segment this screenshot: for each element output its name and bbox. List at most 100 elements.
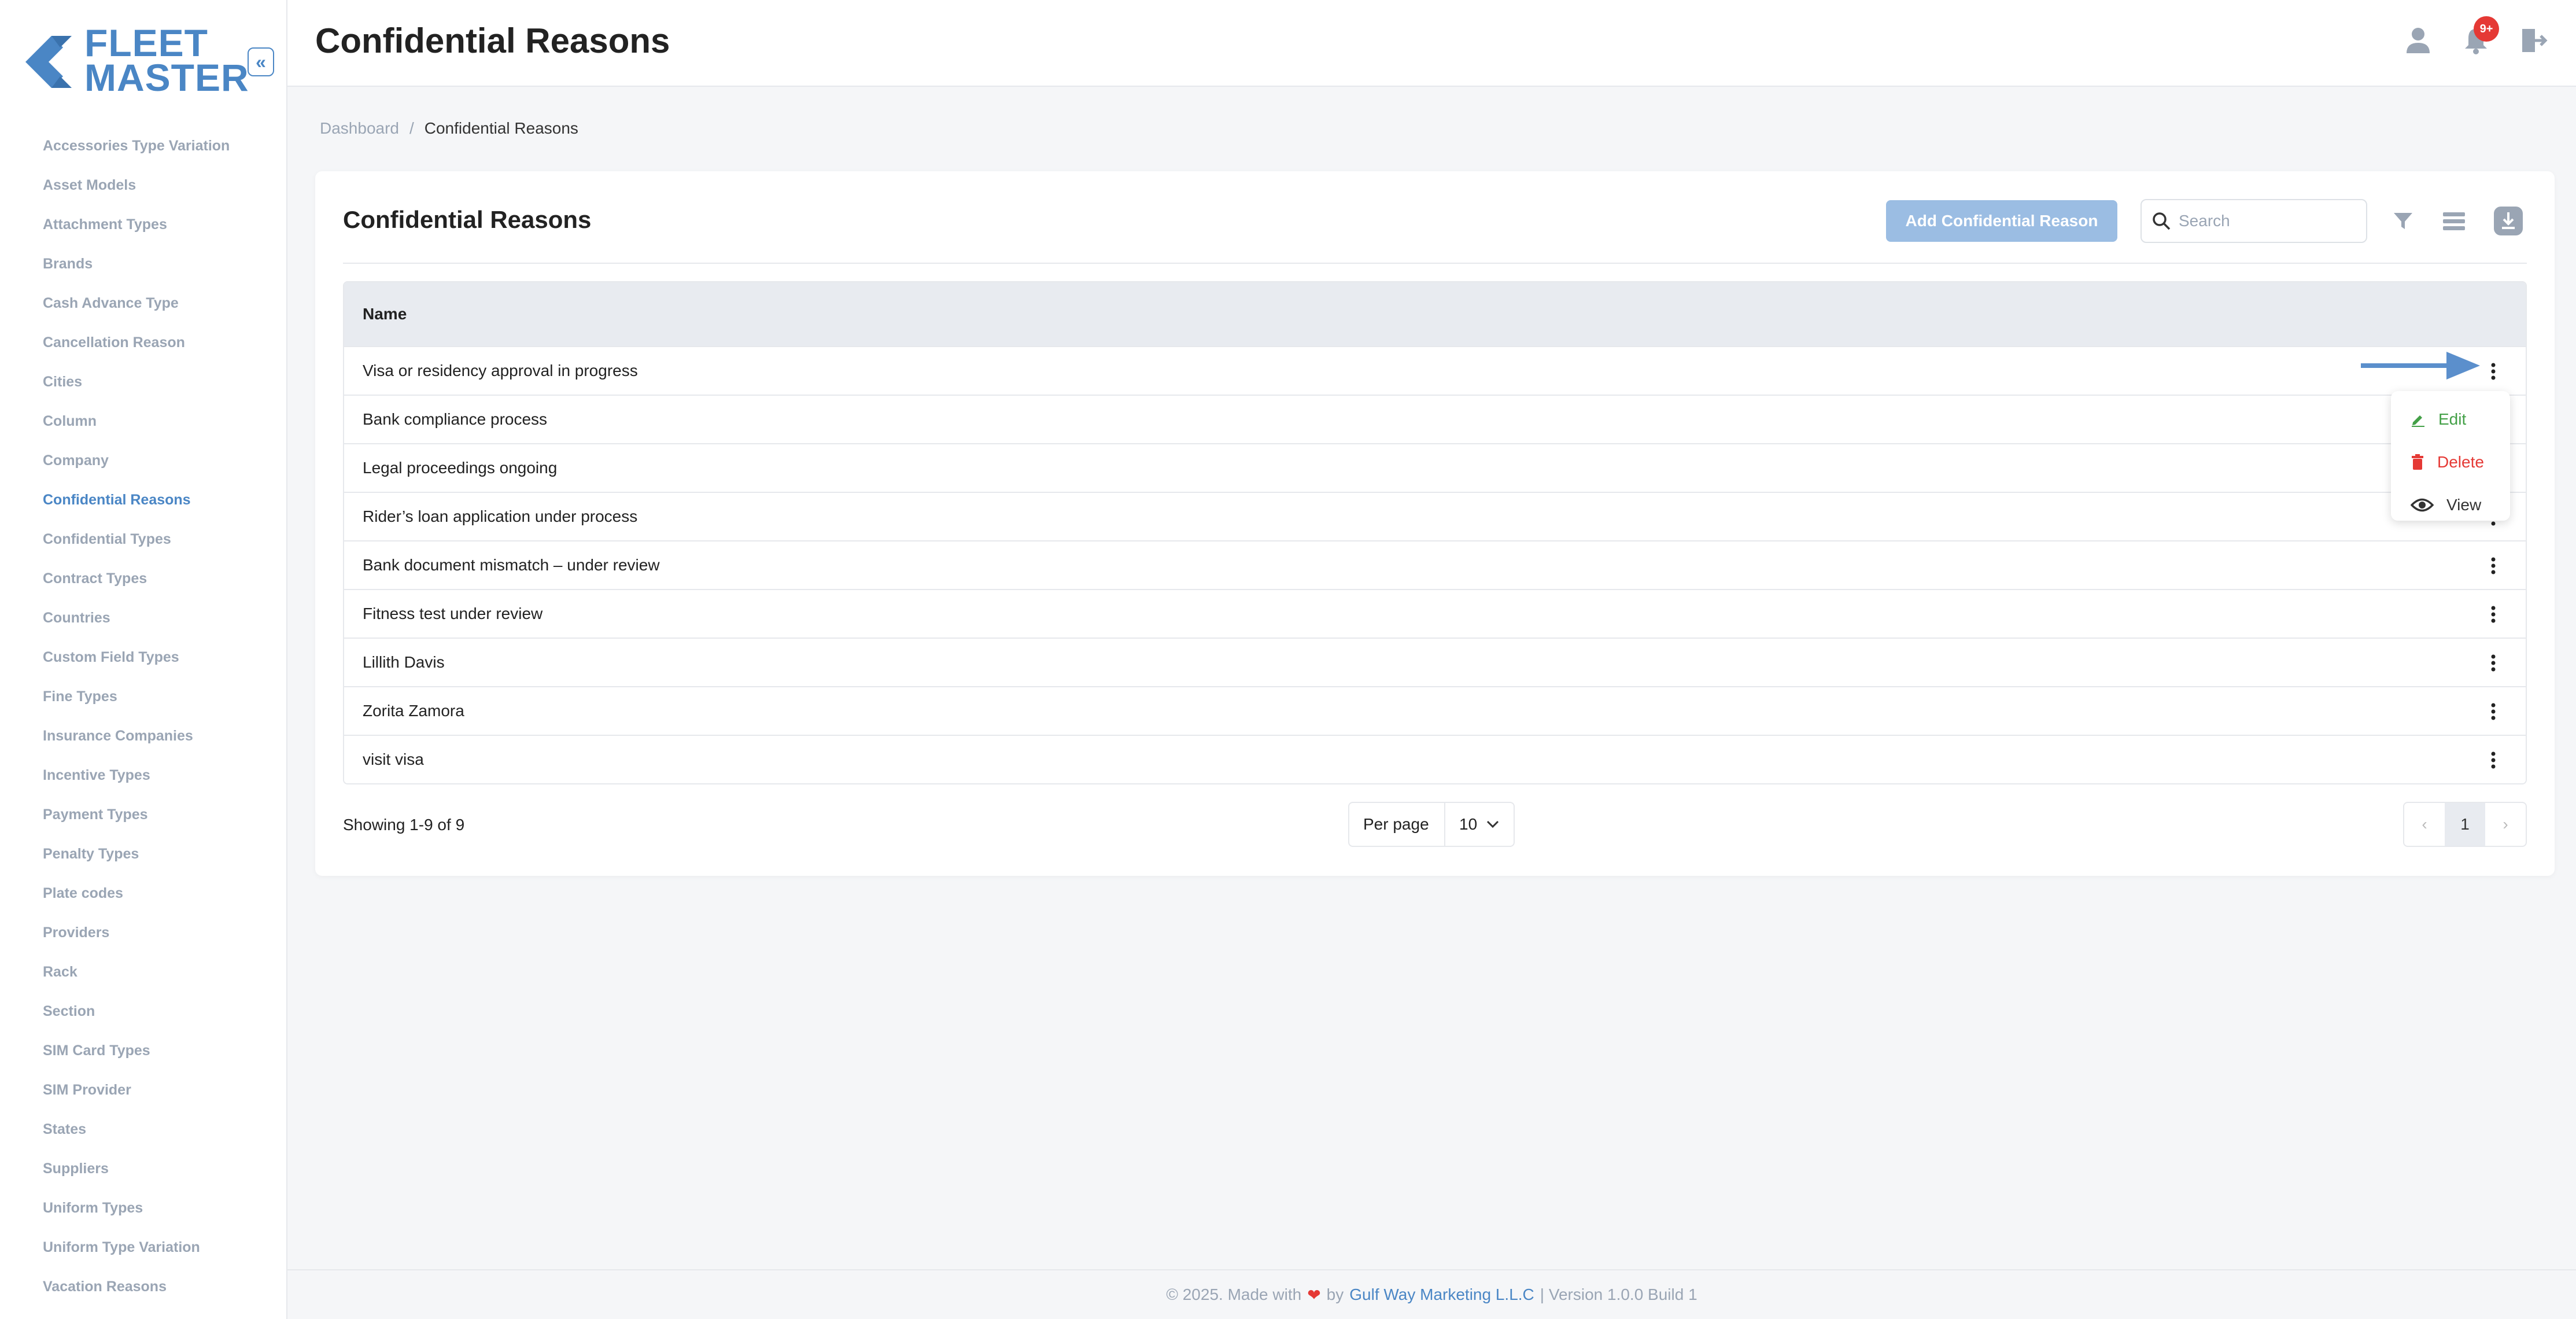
table-row[interactable]: Visa or residency approval in progress <box>344 346 2526 395</box>
table-row[interactable]: Bank document mismatch – under review <box>344 540 2526 589</box>
row-actions-button[interactable] <box>2479 698 2507 725</box>
sidebar-item[interactable]: Rack <box>43 952 230 992</box>
sidebar-item[interactable]: Cities <box>43 362 230 401</box>
sidebar-item[interactable]: Brands <box>43 244 230 283</box>
sidebar-item[interactable]: Uniform Types <box>43 1188 230 1228</box>
table-cell-name: Legal proceedings ongoing <box>363 459 558 477</box>
table-header-name[interactable]: Name <box>344 282 2526 346</box>
table-cell-name: Lillith Davis <box>363 653 445 671</box>
table-row[interactable]: Lillith Davis <box>344 638 2526 686</box>
table-row[interactable]: Zorita Zamora <box>344 686 2526 735</box>
profile-button[interactable] <box>2401 23 2435 58</box>
sidebar-item[interactable]: Contract Types <box>43 559 230 598</box>
row-actions-button[interactable] <box>2479 600 2507 628</box>
sidebar-item[interactable]: Asset Models <box>43 165 230 205</box>
filter-button[interactable] <box>2386 204 2420 238</box>
menu-item-edit[interactable]: Edit <box>2391 398 2510 441</box>
sidebar-item[interactable]: Cash Advance Type <box>43 283 230 323</box>
kebab-icon <box>2491 557 2496 574</box>
sidebar-item[interactable]: Vehicle Types <box>43 1306 230 1319</box>
table-row[interactable]: visit visa <box>344 735 2526 783</box>
sidebar-item[interactable]: Incentive Types <box>43 756 230 795</box>
showing-count: Showing 1-9 of 9 <box>343 816 465 834</box>
kebab-icon <box>2491 703 2496 720</box>
breadcrumb-dashboard-link[interactable]: Dashboard <box>320 119 399 138</box>
sidebar-item[interactable]: Accessories Type Variation <box>43 126 230 165</box>
sidebar-item[interactable]: Attachment Types <box>43 205 230 244</box>
sidebar-item[interactable]: Confidential Reasons <box>43 480 230 520</box>
row-actions-button[interactable] <box>2479 746 2507 774</box>
row-actions-button[interactable] <box>2479 649 2507 677</box>
sidebar-item[interactable]: Providers <box>43 913 230 952</box>
sidebar-item[interactable]: Column <box>43 401 230 441</box>
sidebar-item[interactable]: Penalty Types <box>43 834 230 874</box>
logo-mark-icon <box>25 36 72 88</box>
next-page-button[interactable]: › <box>2485 803 2526 846</box>
filter-icon <box>2394 213 2412 229</box>
sidebar-item[interactable]: Uniform Type Variation <box>43 1228 230 1267</box>
kebab-icon <box>2491 606 2496 623</box>
search-box[interactable] <box>2140 199 2367 243</box>
table-cell-name: Fitness test under review <box>363 605 543 622</box>
per-page-value-wrap[interactable]: 10 <box>1445 815 1499 834</box>
menu-item-view[interactable]: View <box>2391 484 2510 526</box>
table-row[interactable]: Bank compliance process <box>344 395 2526 443</box>
table-cell-name: Bank compliance process <box>363 410 548 428</box>
top-bar: Confidential Reasons 9+ <box>287 0 2576 87</box>
sidebar-item[interactable]: Company <box>43 441 230 480</box>
menu-item-delete[interactable]: Delete <box>2391 441 2510 484</box>
double-chevron-left-icon: « <box>256 51 266 72</box>
sidebar-item[interactable]: Section <box>43 992 230 1031</box>
footer-company-link[interactable]: Gulf Way Marketing L.L.C <box>1349 1285 1534 1304</box>
sidebar-item[interactable]: Suppliers <box>43 1149 230 1188</box>
logout-icon <box>2522 29 2548 52</box>
table-cell-name: Bank document mismatch – under review <box>363 556 660 574</box>
table-cell-name: Visa or residency approval in progress <box>363 362 638 380</box>
pagination: ‹ 1 › <box>2403 802 2527 847</box>
sidebar: FLEET MASTER « Accessories Type Variatio… <box>0 0 287 1319</box>
logo-text-line1: FLEET <box>84 21 208 64</box>
sidebar-item[interactable]: Fine Types <box>43 677 230 716</box>
heart-icon: ❤ <box>1307 1285 1321 1304</box>
per-page-select[interactable]: Per page 10 <box>1348 802 1515 847</box>
sidebar-item[interactable]: Vacation Reasons <box>43 1267 230 1306</box>
row-actions-button[interactable] <box>2479 358 2507 385</box>
breadcrumb-current: Confidential Reasons <box>424 119 578 137</box>
page-title: Confidential Reasons <box>315 21 670 60</box>
export-button[interactable] <box>2491 204 2526 238</box>
search-icon <box>2153 212 2171 230</box>
footer-version: | Version 1.0.0 Build 1 <box>1540 1285 1697 1303</box>
content-card: Confidential Reasons Add Confidential Re… <box>315 171 2555 876</box>
row-actions-button[interactable] <box>2479 552 2507 580</box>
columns-button[interactable] <box>2437 204 2471 238</box>
sidebar-item[interactable]: SIM Card Types <box>43 1031 230 1070</box>
sidebar-item[interactable]: Confidential Types <box>43 520 230 559</box>
table-cell-name: Rider’s loan application under process <box>363 507 638 525</box>
table-row[interactable]: Rider’s loan application under process <box>344 492 2526 540</box>
trash-icon <box>2412 454 2423 470</box>
prev-page-button[interactable]: ‹ <box>2404 803 2445 846</box>
notifications-button[interactable]: 9+ <box>2459 16 2499 58</box>
sidebar-item[interactable]: Custom Field Types <box>43 638 230 677</box>
menu-item-view-label: View <box>2446 496 2482 514</box>
search-input[interactable] <box>2179 212 2352 230</box>
fleet-master-logo[interactable]: FLEET MASTER <box>20 21 249 102</box>
list-icon <box>2443 212 2465 230</box>
add-confidential-reason-button[interactable]: Add Confidential Reason <box>1886 200 2117 242</box>
sidebar-item[interactable]: Insurance Companies <box>43 716 230 756</box>
download-icon <box>2494 207 2523 235</box>
table-row[interactable]: Fitness test under review <box>344 589 2526 638</box>
sidebar-item[interactable]: Cancellation Reason <box>43 323 230 362</box>
page-footer: © 2025. Made with ❤ by Gulf Way Marketin… <box>287 1269 2576 1319</box>
page-button-current[interactable]: 1 <box>2445 803 2485 846</box>
logout-button[interactable] <box>2516 23 2551 58</box>
sidebar-item[interactable]: Payment Types <box>43 795 230 834</box>
annotation-arrow-icon <box>2361 352 2480 380</box>
sidebar-item[interactable]: Plate codes <box>43 874 230 913</box>
collapse-sidebar-button[interactable]: « <box>248 47 274 76</box>
sidebar-item[interactable]: SIM Provider <box>43 1070 230 1110</box>
sidebar-item[interactable]: States <box>43 1110 230 1149</box>
sidebar-item[interactable]: Countries <box>43 598 230 638</box>
card-divider <box>343 263 2527 264</box>
table-row[interactable]: Legal proceedings ongoing <box>344 443 2526 492</box>
